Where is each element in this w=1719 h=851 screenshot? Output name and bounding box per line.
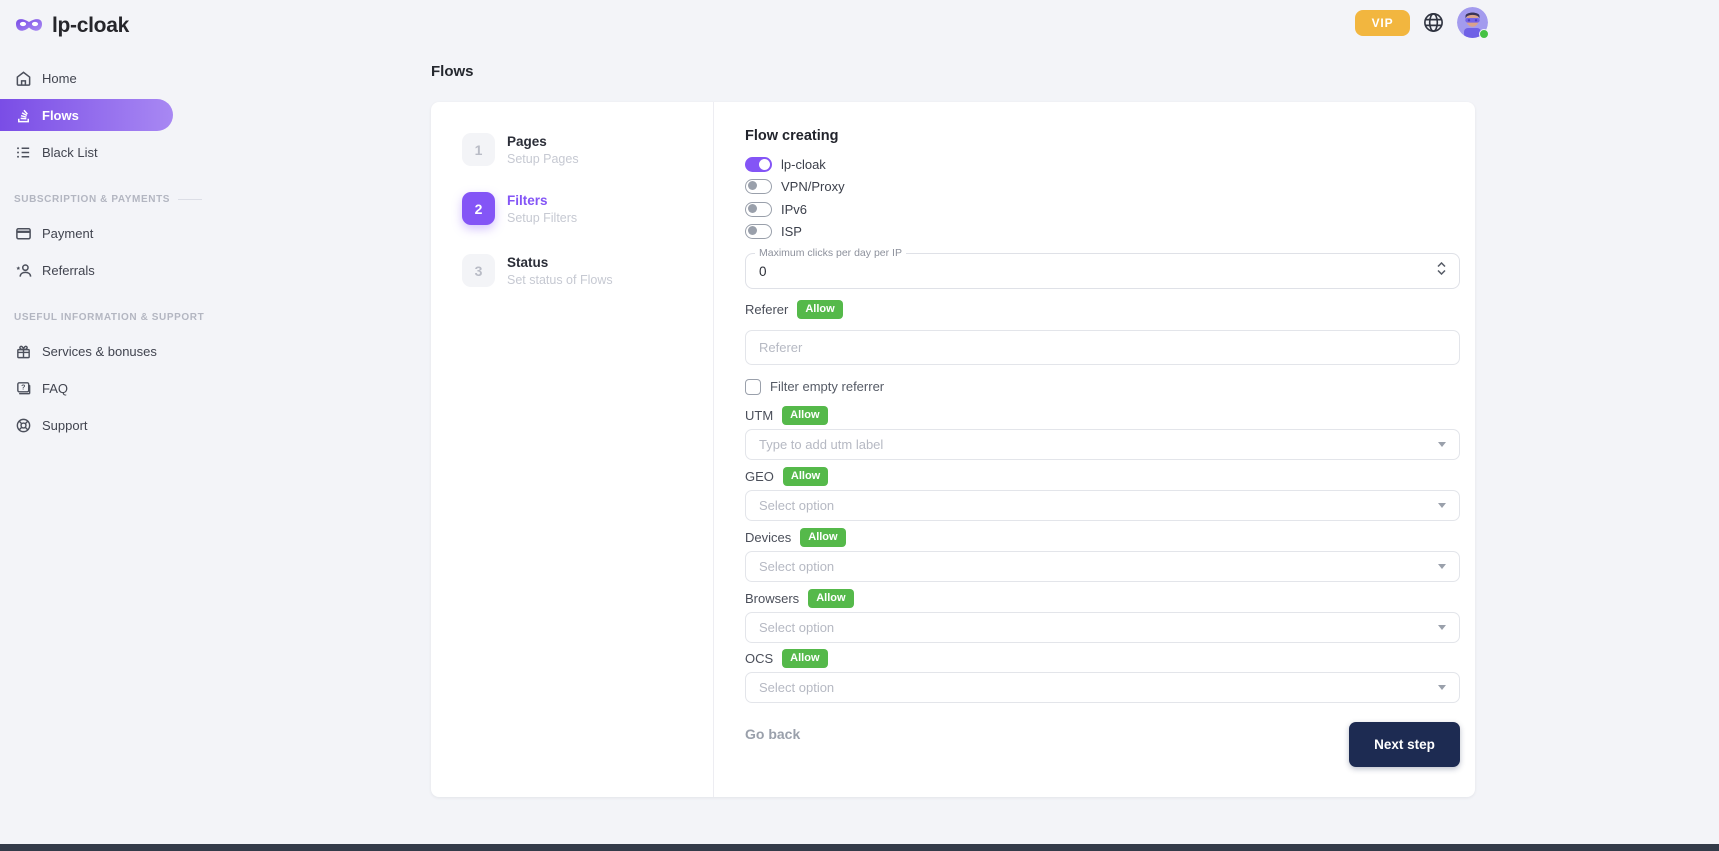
sidebar-item-flows[interactable]: Flows xyxy=(0,99,173,131)
next-step-button[interactable]: Next step xyxy=(1349,722,1460,767)
ocs-allow-badge[interactable]: Allow xyxy=(782,649,827,667)
vip-button[interactable]: VIP xyxy=(1355,10,1410,36)
toggle-ipv6[interactable]: IPv6 xyxy=(745,201,807,217)
max-clicks-label: Maximum clicks per day per IP xyxy=(755,247,906,259)
geo-allow-badge[interactable]: Allow xyxy=(783,467,828,485)
language-globe-icon[interactable] xyxy=(1422,11,1445,34)
sidebar-item-label: Support xyxy=(42,418,88,433)
toggle-vpn-proxy[interactable]: VPN/Proxy xyxy=(745,178,845,194)
referer-label-row: Referer Allow xyxy=(745,300,843,319)
empty-referrer-checkbox[interactable] xyxy=(745,379,761,395)
toggle-off-switch[interactable] xyxy=(745,224,772,239)
sidebar-item-services[interactable]: Services & bonuses xyxy=(0,335,173,367)
sidebar-item-label: Black List xyxy=(42,145,98,160)
page-title: Flows xyxy=(431,63,474,80)
referer-field xyxy=(745,330,1460,365)
sidebar-item-payment[interactable]: Payment xyxy=(0,217,173,249)
toggle-lp-cloak[interactable]: lp-cloak xyxy=(745,156,826,172)
step-title: Status xyxy=(507,254,613,270)
card-divider xyxy=(713,102,714,797)
online-status-dot xyxy=(1479,29,1489,39)
step-title: Pages xyxy=(507,133,579,149)
app-logo: lp-cloak xyxy=(0,0,173,38)
browsers-allow-badge[interactable]: Allow xyxy=(808,589,853,607)
mask-logo-icon xyxy=(14,15,44,37)
step-subtitle: Set status of Flows xyxy=(507,273,613,287)
sidebar-section-subscription: SUBSCRIPTION & PAYMENTS xyxy=(0,194,173,205)
credit-card-icon xyxy=(14,224,32,242)
lifebuoy-icon xyxy=(14,416,32,434)
max-clicks-field: Maximum clicks per day per IP xyxy=(745,253,1460,289)
number-stepper-icon[interactable] xyxy=(1437,262,1446,275)
form-title: Flow creating xyxy=(745,128,838,144)
referer-allow-badge[interactable]: Allow xyxy=(797,300,842,318)
sidebar-item-label: Flows xyxy=(42,108,79,123)
chevron-down-icon xyxy=(1438,625,1446,630)
sidebar-item-black-list[interactable]: Black List xyxy=(0,136,173,168)
sidebar-item-label: Referrals xyxy=(42,263,95,278)
toggle-isp[interactable]: ISP xyxy=(745,223,802,239)
svg-text:?: ? xyxy=(21,383,25,391)
sidebar-item-label: FAQ xyxy=(42,381,68,396)
sidebar-item-label: Payment xyxy=(42,226,93,241)
sidebar-item-referrals[interactable]: Referrals xyxy=(0,254,173,286)
step-title: Filters xyxy=(507,192,577,208)
devices-input[interactable] xyxy=(746,552,1438,581)
flows-icon xyxy=(14,106,32,124)
filter-empty-referrer[interactable]: Filter empty referrer xyxy=(745,378,884,395)
faq-icon: ? xyxy=(14,379,32,397)
window-bottom-edge xyxy=(0,844,1719,851)
utm-label-row: UTM Allow xyxy=(745,406,828,425)
utm-allow-badge[interactable]: Allow xyxy=(782,406,827,424)
flow-card: 1 Pages Setup Pages 2 Filters Setup Filt… xyxy=(431,102,1475,797)
sidebar-item-faq[interactable]: ? FAQ xyxy=(0,372,173,404)
sidebar-item-support[interactable]: Support xyxy=(0,409,173,441)
step-status[interactable]: 3 Status Set status of Flows xyxy=(462,254,613,287)
flow-creating-form: Flow creating lp-cloak VPN/Proxy IPv6 IS… xyxy=(745,102,1460,797)
sidebar-item-label: Home xyxy=(42,71,77,86)
toggle-on-switch[interactable] xyxy=(745,157,772,172)
step-subtitle: Setup Pages xyxy=(507,152,579,166)
ocs-select[interactable] xyxy=(745,672,1460,703)
devices-allow-badge[interactable]: Allow xyxy=(800,528,845,546)
chevron-down-icon xyxy=(1438,564,1446,569)
list-icon xyxy=(14,143,32,161)
topbar-actions: VIP xyxy=(1355,7,1488,38)
chevron-down-icon xyxy=(1438,503,1446,508)
referer-input[interactable] xyxy=(746,331,1459,364)
sidebar-section-useful: USEFUL INFORMATION & SUPPORT xyxy=(0,312,173,323)
devices-label-row: Devices Allow xyxy=(745,528,846,547)
sidebar-item-home[interactable]: Home xyxy=(0,62,173,94)
geo-input[interactable] xyxy=(746,491,1438,520)
utm-select[interactable] xyxy=(745,429,1460,460)
toggle-off-switch[interactable] xyxy=(745,202,772,217)
geo-select[interactable] xyxy=(745,490,1460,521)
chevron-down-icon xyxy=(1438,685,1446,690)
max-clicks-input[interactable] xyxy=(746,254,1459,288)
geo-label-row: GEO Allow xyxy=(745,467,828,486)
home-icon xyxy=(14,69,32,87)
browsers-select[interactable] xyxy=(745,612,1460,643)
sidebar: lp-cloak Home Flows xyxy=(0,0,173,851)
app-name: lp-cloak xyxy=(52,14,129,38)
ocs-input[interactable] xyxy=(746,673,1438,702)
chevron-down-icon xyxy=(1438,442,1446,447)
user-avatar[interactable] xyxy=(1457,7,1488,38)
devices-select[interactable] xyxy=(745,551,1460,582)
ocs-label-row: OCS Allow xyxy=(745,649,828,668)
utm-input[interactable] xyxy=(746,430,1438,459)
step-subtitle: Setup Filters xyxy=(507,211,577,225)
browsers-label-row: Browsers Allow xyxy=(745,589,854,608)
step-filters[interactable]: 2 Filters Setup Filters xyxy=(462,192,577,225)
step-pages[interactable]: 1 Pages Setup Pages xyxy=(462,133,579,166)
browsers-input[interactable] xyxy=(746,613,1438,642)
go-back-button[interactable]: Go back xyxy=(745,726,800,742)
toggle-off-switch[interactable] xyxy=(745,179,772,194)
sidebar-item-label: Services & bonuses xyxy=(42,344,157,359)
gift-icon xyxy=(14,342,32,360)
person-add-icon xyxy=(14,261,32,279)
